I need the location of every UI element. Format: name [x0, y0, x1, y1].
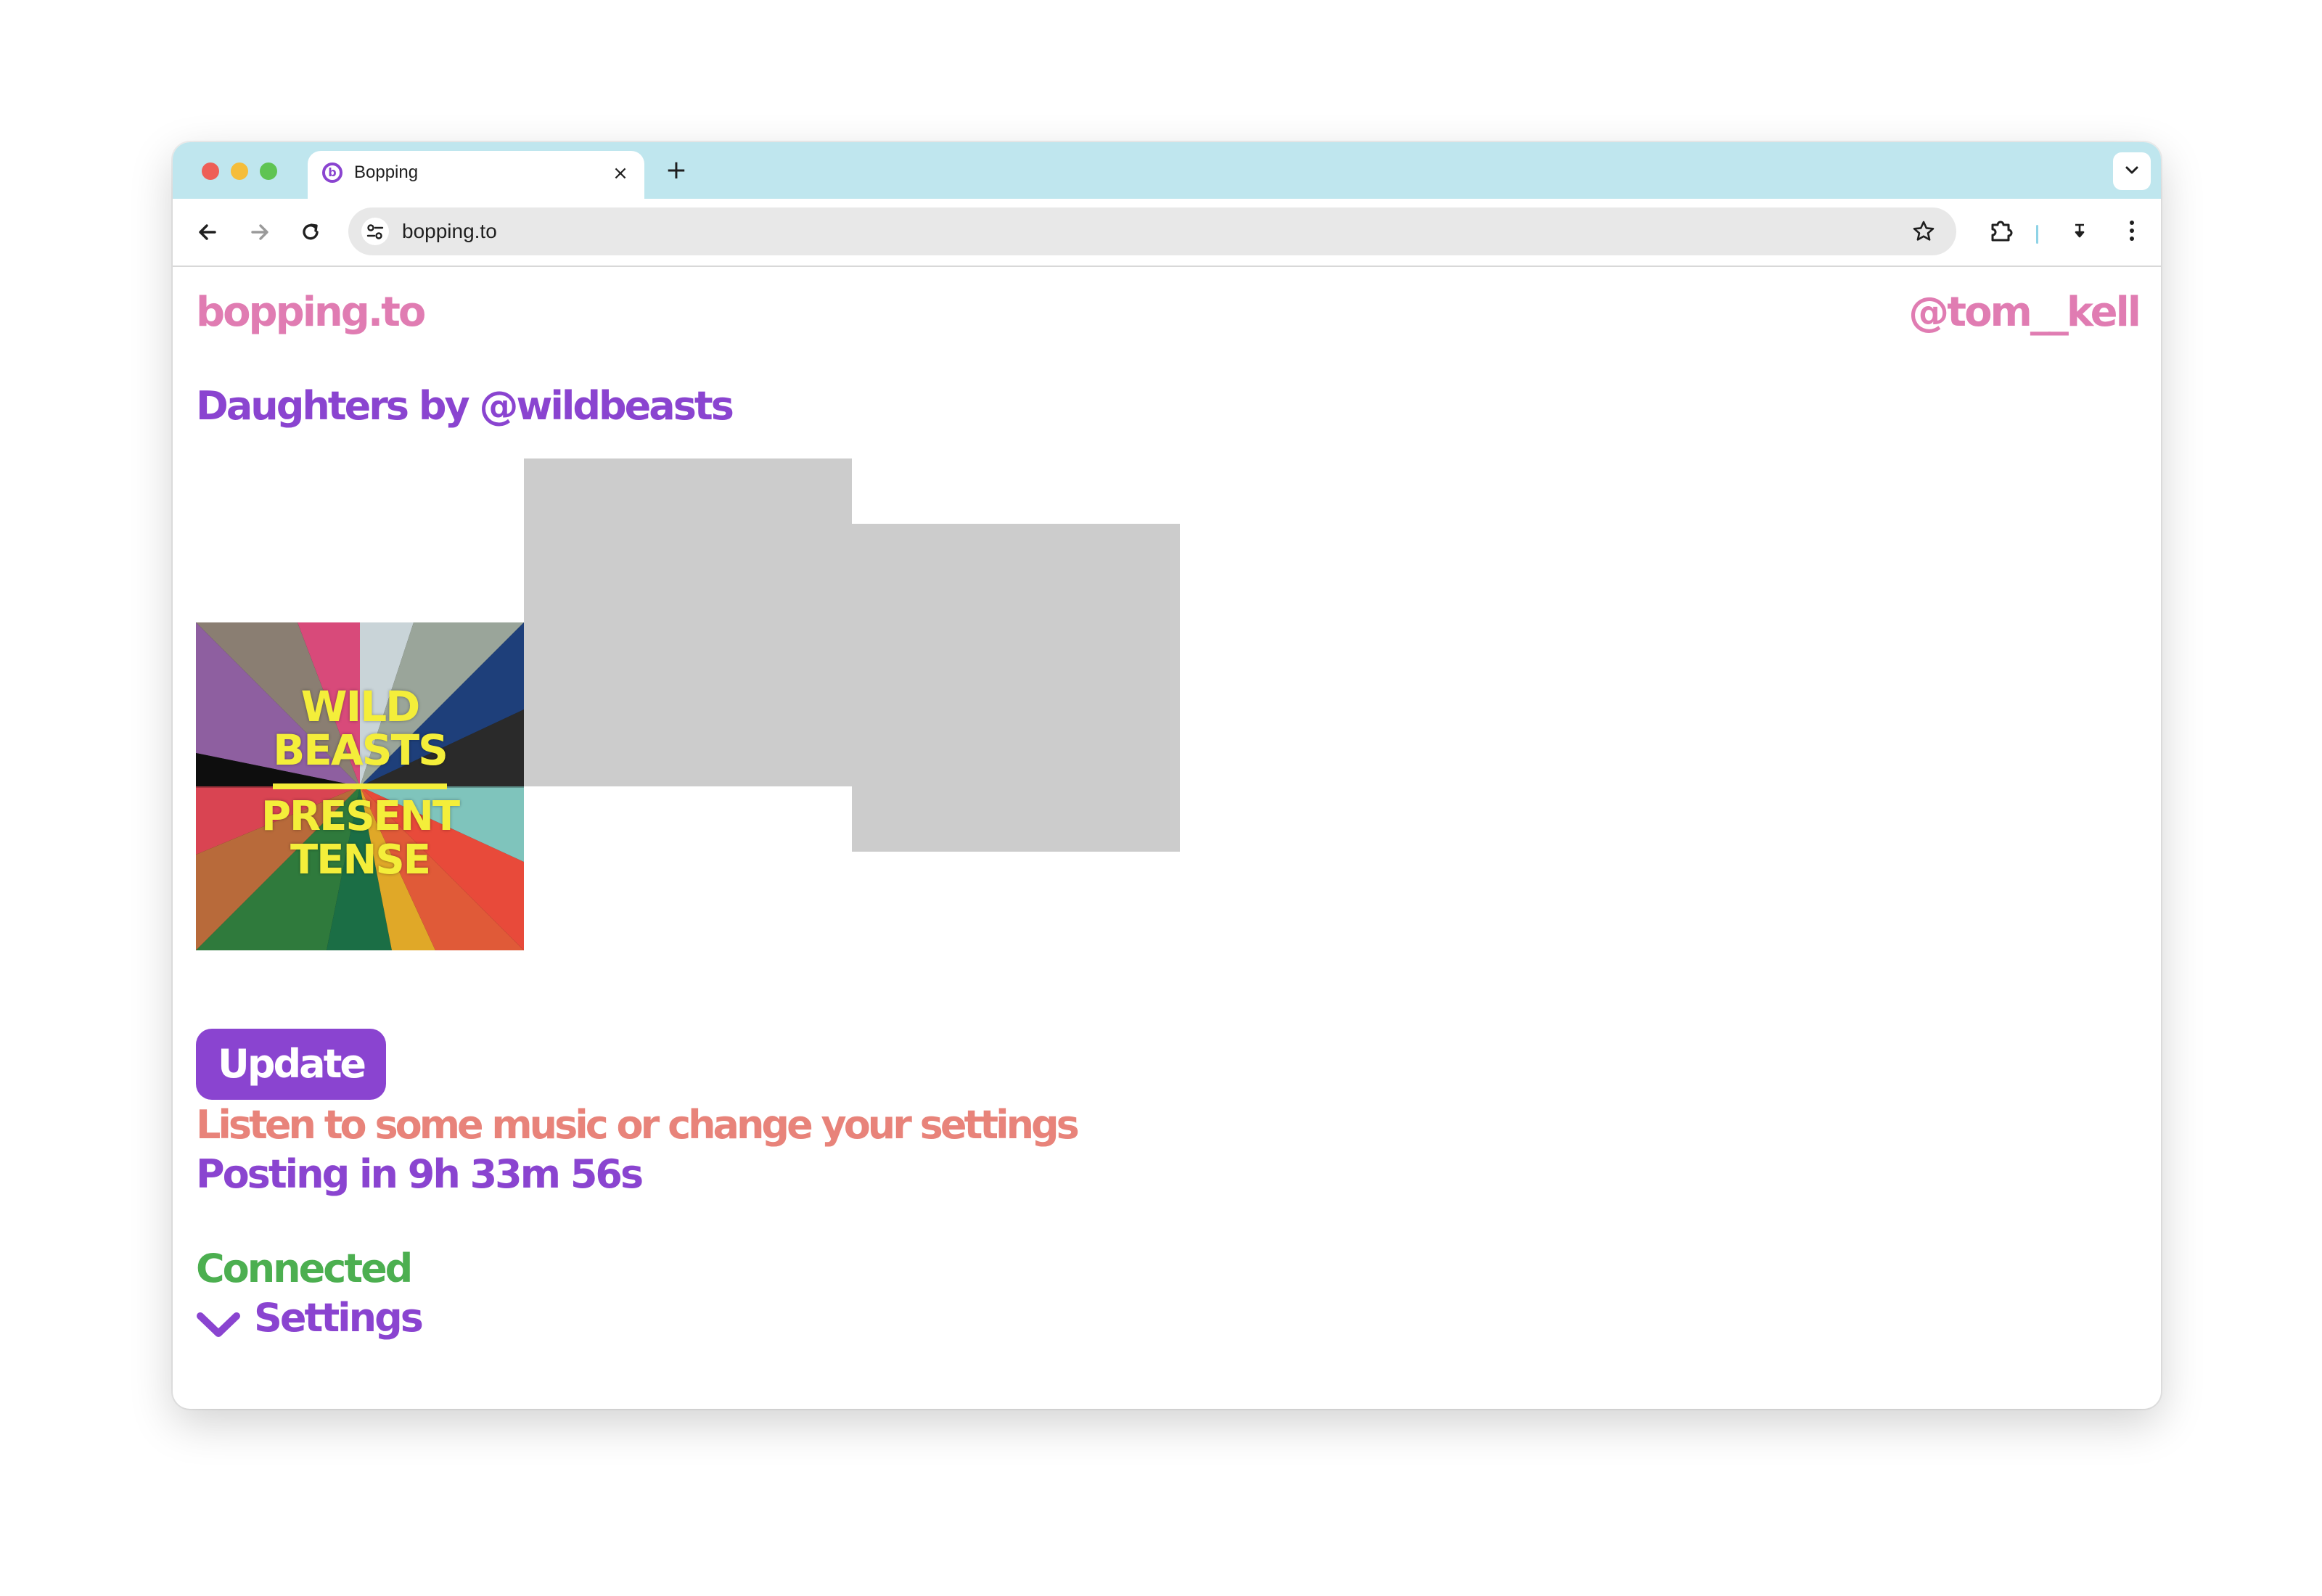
username-link[interactable]: @tom__kell	[1908, 287, 2141, 338]
puzzle-icon	[1991, 221, 2013, 242]
browser-toolbar: bopping.to	[173, 199, 2161, 267]
now-playing-title: Daughters by @wildbeasts	[196, 383, 734, 429]
bookmark-button[interactable]	[1911, 219, 1936, 244]
url-text[interactable]: bopping.to	[402, 219, 497, 244]
pin-icon	[2075, 223, 2085, 238]
reload-button[interactable]	[296, 218, 325, 247]
page-content: bopping.to @tom__kell Daughters by @wild…	[173, 267, 2161, 1409]
brand-logo[interactable]: bopping.to	[196, 287, 426, 338]
tab-strip: b Bopping × +	[173, 142, 2161, 199]
cover-title-line: WILD	[300, 682, 421, 731]
toolbar-divider	[2036, 225, 2038, 244]
arrow-left-icon	[199, 224, 216, 240]
bopping-favicon-icon: b	[322, 163, 342, 183]
reload-icon	[303, 223, 319, 240]
tab-search-button[interactable]	[2113, 152, 2151, 190]
extensions-button[interactable]	[1987, 216, 2016, 245]
kebab-menu-icon	[2130, 221, 2134, 241]
profile-extension-button[interactable]	[2065, 216, 2094, 245]
update-button[interactable]: Update	[196, 1029, 387, 1100]
arrow-right-icon	[251, 224, 268, 240]
tab-close-icon[interactable]: ×	[610, 163, 631, 184]
cover-subtitle-line: PRESENT	[260, 793, 460, 840]
close-window-button[interactable]	[202, 163, 219, 180]
posting-countdown: Posting in 9h 33m 56s	[196, 1151, 644, 1197]
settings-label: Settings	[254, 1295, 424, 1341]
chevron-down-icon	[2125, 166, 2138, 174]
maximize-window-button[interactable]	[260, 163, 277, 180]
address-bar[interactable]: bopping.to	[348, 207, 1956, 255]
back-button[interactable]	[193, 218, 222, 247]
site-info-button[interactable]	[361, 218, 389, 245]
star-icon	[1913, 221, 1935, 241]
tab-bopping[interactable]: b Bopping ×	[308, 151, 644, 199]
forward-button[interactable]	[245, 218, 274, 247]
album-cover-art	[196, 622, 524, 950]
album-cover-placeholder	[852, 524, 1180, 852]
tune-icon	[366, 224, 384, 239]
connection-status: Connected	[196, 1246, 413, 1291]
album-cover-present-tense: WILD BEASTS PRESENT TENSE	[196, 622, 524, 950]
browser-window: b Bopping × + bopping.to bopping.to @tom…	[173, 142, 2161, 1409]
minimize-window-button[interactable]	[231, 163, 248, 180]
browser-menu-button[interactable]	[2117, 216, 2146, 245]
chevron-down-icon	[197, 1312, 240, 1337]
cover-subtitle-line: TENSE	[290, 836, 431, 884]
hint-text: Listen to some music or change your sett…	[196, 1102, 1080, 1148]
new-tab-button[interactable]: +	[663, 157, 689, 184]
tab-title: Bopping	[354, 163, 419, 182]
cover-title-line: BEASTS	[273, 725, 448, 775]
album-cover-placeholder	[524, 458, 852, 786]
